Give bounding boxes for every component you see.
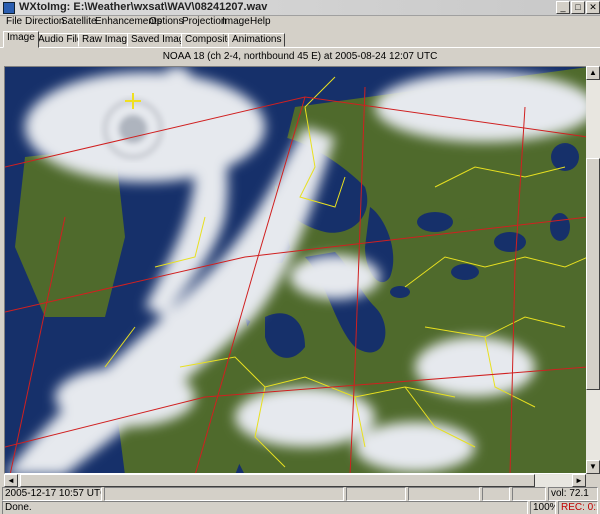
status-panel-empty-5 <box>512 487 546 501</box>
close-button[interactable]: ✕ <box>586 1 600 14</box>
volume-readout: vol: 72.1 <box>548 487 598 501</box>
menu-bar: File Direction Satellite Enhancements Op… <box>0 16 600 30</box>
status-panel-empty-1 <box>104 487 344 501</box>
scroll-right-icon[interactable]: ► <box>572 474 586 487</box>
tab-divider <box>0 47 600 48</box>
menu-options[interactable]: Options <box>149 16 183 27</box>
status-message: Done. <box>2 501 528 514</box>
menu-satellite[interactable]: Satellite <box>61 16 97 27</box>
image-caption: NOAA 18 (ch 2-4, northbound 45 E) at 200… <box>162 51 438 62</box>
scroll-left-icon[interactable]: ◄ <box>4 474 18 487</box>
tab-animations[interactable]: Animations <box>228 33 286 47</box>
title-bar: WXtoImg: E:\Weather\wxsat\WAV\08241207.w… <box>0 0 600 16</box>
satellite-image-canvas <box>5 67 586 473</box>
horizontal-scrollbar[interactable]: ◄ ► <box>4 474 586 487</box>
menu-help[interactable]: Help <box>250 16 271 27</box>
status-panel-empty-4 <box>482 487 510 501</box>
app-icon <box>3 2 15 14</box>
maximize-button[interactable]: □ <box>571 1 585 14</box>
tab-image[interactable]: Image <box>3 31 39 48</box>
vertical-scrollbar[interactable]: ▲ ▼ <box>586 66 600 474</box>
minimize-button[interactable]: _ <box>556 1 570 14</box>
window-title: WXtoImg: E:\Weather\wxsat\WAV\08241207.w… <box>19 1 268 13</box>
datetime-readout: 2005-12-17 10:57 UTC <box>2 487 102 501</box>
menu-image[interactable]: Image <box>222 16 250 27</box>
status-panel-empty-3 <box>408 487 480 501</box>
tab-strip: Image Audio Files Raw Images Saved Image… <box>0 31 600 48</box>
vertical-scroll-thumb[interactable] <box>586 158 600 390</box>
scroll-up-icon[interactable]: ▲ <box>586 66 600 80</box>
scroll-down-icon[interactable]: ▼ <box>586 460 600 474</box>
zoom-readout: 100% <box>530 501 556 514</box>
status-panel-empty-2 <box>346 487 406 501</box>
menu-projection[interactable]: Projection <box>182 16 226 27</box>
satellite-image[interactable] <box>4 66 587 474</box>
recording-indicator: REC: 0:10 <box>558 501 598 514</box>
menu-file[interactable]: File <box>6 16 22 27</box>
horizontal-scroll-thumb[interactable] <box>20 474 535 487</box>
menu-direction[interactable]: Direction <box>25 16 64 27</box>
